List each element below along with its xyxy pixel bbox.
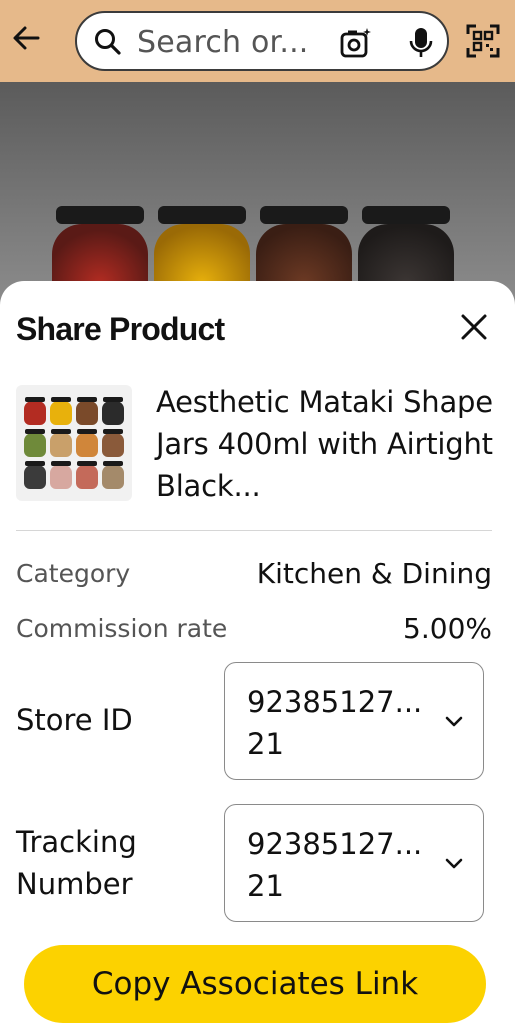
back-button[interactable] (8, 20, 44, 56)
chevron-down-icon (445, 858, 463, 869)
top-bar: Search or... (0, 0, 515, 82)
search-placeholder: Search or... (137, 25, 309, 60)
category-label: Category (16, 559, 131, 588)
microphone-icon[interactable] (407, 26, 435, 60)
store-id-label: Store ID (16, 703, 133, 737)
tracking-number-dropdown[interactable]: 92385127... 21 (224, 804, 484, 922)
tracking-number-value: 92385127... 21 (247, 827, 423, 903)
arrow-left-icon (13, 26, 40, 50)
app-screen: Search or... Share Product Aesthetic Mat… (0, 0, 515, 1024)
qr-code-icon[interactable] (466, 24, 500, 58)
camera-icon[interactable] (339, 26, 373, 60)
category-value: Kitchen & Dining (256, 557, 492, 590)
close-icon[interactable] (456, 309, 492, 345)
store-id-value: 92385127... 21 (247, 685, 423, 761)
copy-associates-link-button[interactable]: Copy Associates Link (24, 945, 486, 1023)
commission-rate-label: Commission rate (16, 614, 228, 643)
product-title: Aesthetic Mataki Shape Jars 400ml with A… (156, 385, 493, 503)
sheet-title: Share Product (16, 311, 225, 347)
chevron-down-icon (445, 716, 463, 727)
share-product-sheet: Share Product Aesthetic Mataki Shape Jar… (0, 281, 515, 1024)
product-image (0, 82, 515, 324)
search-icon (95, 29, 121, 55)
search-input[interactable]: Search or... (75, 11, 449, 71)
product-thumbnail (16, 385, 132, 501)
divider (16, 530, 492, 531)
commission-rate-value: 5.00% (403, 612, 492, 645)
store-id-dropdown[interactable]: 92385127... 21 (224, 662, 484, 780)
tracking-number-label: Tracking Number (16, 825, 137, 901)
